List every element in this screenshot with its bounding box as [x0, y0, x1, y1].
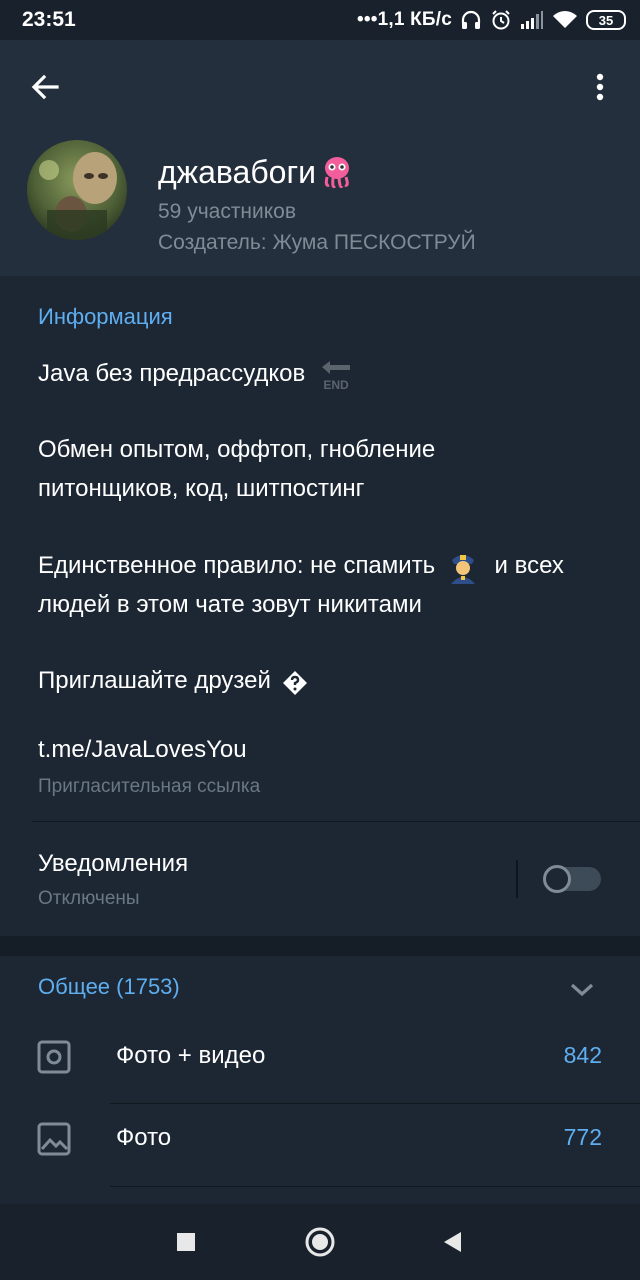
headphones-icon [460, 9, 482, 31]
svg-text:END: END [323, 378, 349, 392]
section-gap [0, 936, 640, 956]
media-row-count: 842 [563, 1042, 602, 1068]
more-vertical-icon [596, 73, 604, 101]
toggle-knob [543, 865, 571, 893]
group-avatar[interactable] [27, 140, 127, 240]
signal-icon [520, 10, 544, 30]
unknown-glyph-icon [282, 669, 308, 695]
info-section: Информация Java без предрассудков END Об… [0, 276, 640, 936]
triangle-back-icon [444, 1232, 461, 1252]
divider [110, 1186, 640, 1187]
end-arrow-emoji-icon: END [318, 357, 354, 393]
shared-media-section: Общее (1753) Фото + видео 842 Фото 772 [0, 956, 640, 1204]
status-time: 23:51 [22, 8, 76, 31]
chevron-down-icon[interactable] [566, 974, 598, 1006]
chat-header: джавабоги 59 участников Создатель: Жума … [0, 40, 640, 276]
notifications-title[interactable]: Уведомления [38, 850, 188, 878]
shared-media-title[interactable]: Общее (1753) [38, 974, 180, 1000]
network-speed: •••1,1 КБ/с [357, 9, 452, 30]
media-row-photo-video[interactable]: Фото + видео 842 [0, 1018, 640, 1100]
description-paragraph: Обмен опытом, оффтоп, гнобление питонщик… [38, 430, 628, 508]
invite-link[interactable]: t.me/JavaLovesYou [38, 736, 247, 764]
media-row-photo[interactable]: Фото 772 [0, 1100, 640, 1182]
description-line: Приглашайте друзей [38, 661, 628, 700]
home-button[interactable] [302, 1224, 338, 1260]
vertical-divider [516, 860, 518, 898]
alarm-icon [490, 9, 512, 31]
wifi-icon [552, 10, 578, 30]
system-nav-bar [0, 1204, 640, 1280]
battery-icon: 35 [586, 10, 626, 30]
description-text: Java без предрассудков [38, 360, 306, 387]
square-icon [177, 1233, 195, 1251]
group-creator: Создатель: Жума ПЕСКОСТРУЙ [158, 231, 476, 254]
media-row-label: Фото + видео [116, 1042, 266, 1069]
notifications-status: Отключены [38, 888, 140, 909]
status-icons: •••1,1 КБ/с 35 [357, 6, 626, 34]
description-text: Единственное правило: не спамить [38, 552, 436, 579]
back-button[interactable] [22, 64, 68, 110]
description-text: Обмен опытом, оффтоп, гнобление [38, 436, 436, 463]
divider [32, 821, 640, 822]
group-title: джавабоги [158, 154, 354, 191]
description-text: и всех [494, 552, 564, 579]
notifications-toggle[interactable] [543, 865, 601, 893]
status-bar: 23:51 •••1,1 КБ/с 35 [0, 0, 640, 40]
description-line: Java без предрассудков END [38, 354, 628, 393]
media-row-count: 772 [563, 1124, 602, 1150]
photo-icon [37, 1122, 71, 1156]
photo-video-icon [37, 1040, 71, 1074]
description-text: Приглашайте друзей [38, 667, 271, 694]
circle-icon [305, 1227, 335, 1257]
octopus-emoji-icon [324, 156, 349, 188]
description-text: питонщиков, код, шитпостинг [38, 475, 365, 502]
recents-button[interactable] [168, 1224, 204, 1260]
media-row-label: Фото [116, 1124, 172, 1151]
description-text: людей в этом чате зовут никитами [38, 591, 422, 618]
arrow-left-icon [31, 74, 59, 100]
invite-link-label: Пригласительная ссылка [38, 776, 261, 797]
member-count: 59 участников [158, 200, 297, 223]
info-section-title: Информация [38, 304, 173, 329]
group-name: джавабоги [158, 154, 316, 190]
police-officer-emoji-icon [446, 550, 480, 584]
more-options-button[interactable] [580, 64, 620, 110]
back-nav-button[interactable] [434, 1224, 470, 1260]
description-paragraph: Единственное правило: не спамить и всех … [38, 546, 628, 624]
